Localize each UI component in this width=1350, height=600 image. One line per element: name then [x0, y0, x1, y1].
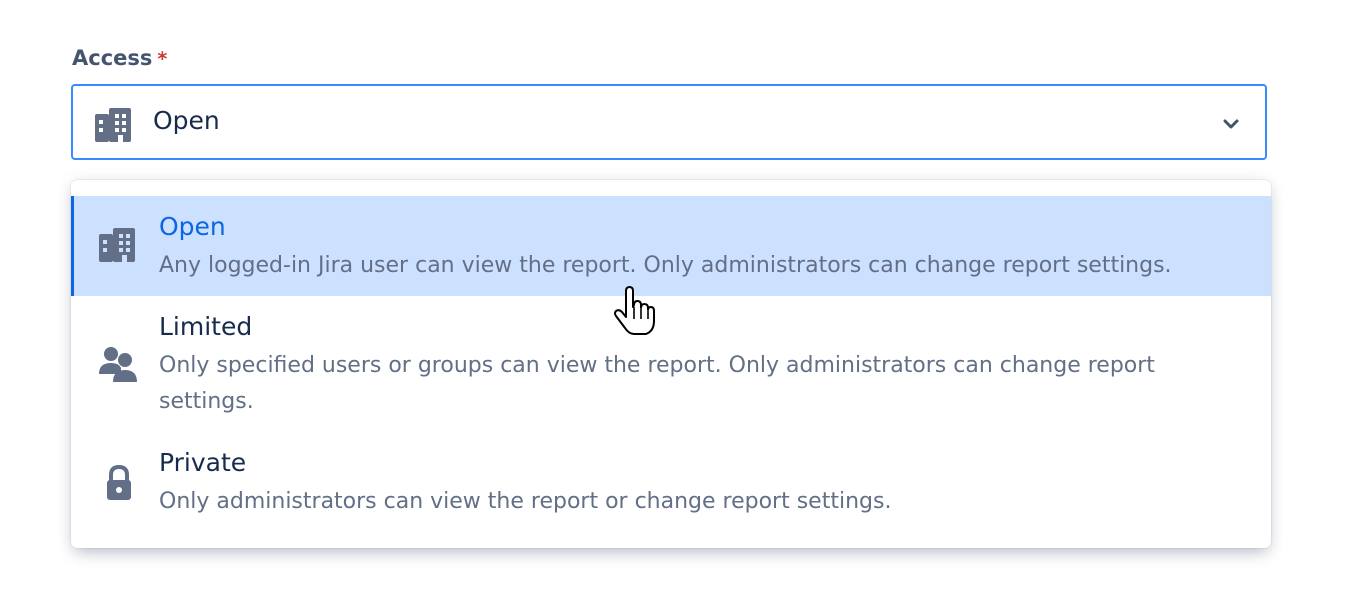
access-field: Access * Open Open Any logged-in Jira us… — [0, 0, 1350, 600]
field-label: Access * — [72, 46, 167, 70]
access-select[interactable]: Open — [71, 84, 1267, 160]
hand-pointer-cursor-icon — [612, 285, 658, 337]
office-building-icon — [99, 228, 139, 268]
people-group-icon — [99, 344, 139, 384]
option-open[interactable]: Open Any logged-in Jira user can view th… — [71, 196, 1271, 296]
field-label-text: Access — [72, 46, 153, 70]
option-private[interactable]: Private Only administrators can view the… — [71, 432, 1271, 532]
option-description: Only administrators can view the report … — [159, 489, 892, 514]
option-title: Limited — [159, 312, 253, 341]
required-mark: * — [157, 48, 168, 70]
office-building-icon — [95, 108, 133, 142]
lock-icon — [99, 464, 139, 504]
access-options-menu: Open Any logged-in Jira user can view th… — [71, 180, 1271, 548]
option-title: Open — [159, 212, 226, 241]
chevron-down-icon[interactable] — [1221, 114, 1241, 134]
option-description: Any logged-in Jira user can view the rep… — [159, 253, 1172, 278]
selected-value: Open — [153, 106, 220, 135]
option-description: Only specified users or groups can view … — [159, 353, 1155, 414]
option-limited[interactable]: Limited Only specified users or groups c… — [71, 296, 1271, 432]
option-title: Private — [159, 448, 247, 477]
